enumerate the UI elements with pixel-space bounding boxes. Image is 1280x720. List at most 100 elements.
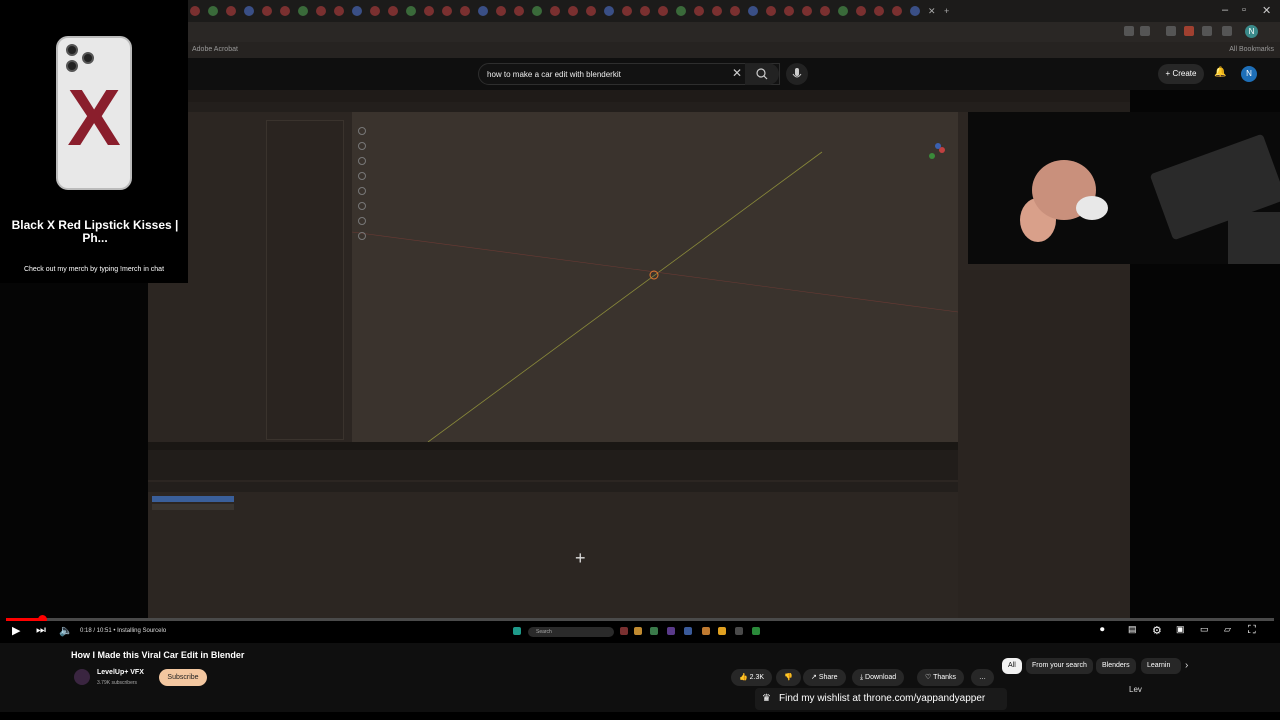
select-tool-icon[interactable] bbox=[358, 127, 366, 135]
list-item[interactable] bbox=[152, 504, 234, 510]
channel-avatar[interactable] bbox=[74, 669, 90, 685]
tab-favicon[interactable] bbox=[568, 6, 578, 16]
extension-icon[interactable] bbox=[1166, 26, 1176, 36]
mic-button[interactable] bbox=[786, 63, 808, 85]
chip-blenders[interactable]: Blenders bbox=[1096, 658, 1136, 674]
all-bookmarks[interactable]: All Bookmarks bbox=[1229, 46, 1274, 53]
move-tool-icon[interactable] bbox=[358, 157, 366, 165]
tab-favicon[interactable] bbox=[712, 6, 722, 16]
star-icon[interactable] bbox=[1140, 26, 1150, 36]
chip-learning[interactable]: Learnin bbox=[1141, 658, 1181, 674]
extension-icon[interactable] bbox=[1184, 26, 1194, 36]
tab-favicon[interactable] bbox=[478, 6, 488, 16]
tab-favicon[interactable] bbox=[406, 6, 416, 16]
tab-favicon[interactable] bbox=[730, 6, 740, 16]
settings-gear-icon[interactable]: ⚙ bbox=[1152, 624, 1162, 637]
close-window-icon[interactable]: ✕ bbox=[1262, 4, 1271, 17]
tab-favicon[interactable] bbox=[424, 6, 434, 16]
account-avatar[interactable]: N bbox=[1241, 66, 1257, 82]
close-icon[interactable]: ✕ bbox=[928, 6, 936, 17]
tab-favicon[interactable] bbox=[604, 6, 614, 16]
miniplayer-icon[interactable]: ▣ bbox=[1176, 624, 1185, 635]
browser-profile-avatar[interactable]: N bbox=[1245, 25, 1258, 38]
tab-favicon[interactable] bbox=[352, 6, 362, 16]
tab-favicon[interactable] bbox=[748, 6, 758, 16]
clear-search-icon[interactable]: ✕ bbox=[732, 66, 742, 80]
theater-mode-icon[interactable]: ▭ bbox=[1200, 624, 1209, 635]
tab-favicon[interactable] bbox=[244, 6, 254, 16]
tab-favicon[interactable] bbox=[280, 6, 290, 16]
tab-favicon[interactable] bbox=[514, 6, 524, 16]
tab-favicon[interactable] bbox=[586, 6, 596, 16]
new-tab-icon[interactable]: + bbox=[944, 6, 952, 16]
scale-tool-icon[interactable] bbox=[358, 187, 366, 195]
sidepanel-icon[interactable] bbox=[1222, 26, 1232, 36]
tab-favicon[interactable] bbox=[640, 6, 650, 16]
thanks-button[interactable]: ♡ Thanks bbox=[917, 669, 965, 686]
tab-favicon[interactable] bbox=[460, 6, 470, 16]
tab-favicon[interactable] bbox=[802, 6, 812, 16]
tab-favicon[interactable] bbox=[766, 6, 776, 16]
tab-favicon[interactable] bbox=[892, 6, 902, 16]
fullscreen-icon[interactable]: ⛶ bbox=[1248, 624, 1256, 637]
tab-favicon[interactable] bbox=[370, 6, 380, 16]
chip-from-your-search[interactable]: From your search bbox=[1026, 658, 1093, 674]
tab-favicon[interactable] bbox=[676, 6, 686, 16]
tab-favicon[interactable] bbox=[388, 6, 398, 16]
dislike-button[interactable]: 👎 bbox=[776, 669, 801, 686]
create-button[interactable]: + Create bbox=[1158, 64, 1204, 84]
share-button[interactable]: ↗ Share bbox=[803, 669, 846, 686]
tab-favicon[interactable] bbox=[550, 6, 560, 16]
extension-icon[interactable] bbox=[1202, 26, 1212, 36]
tab-favicon[interactable] bbox=[784, 6, 794, 16]
transform-tool-icon[interactable] bbox=[358, 202, 366, 210]
tab-favicon[interactable] bbox=[694, 6, 704, 16]
cast-icon[interactable]: ▱ bbox=[1224, 624, 1231, 635]
time-display: 0:18 / 10:51 • Installing Sourcelo bbox=[80, 628, 167, 634]
search-button[interactable] bbox=[745, 63, 779, 85]
tab-favicon[interactable] bbox=[208, 6, 218, 16]
chip-all[interactable]: All bbox=[1002, 658, 1022, 674]
cursor-tool-icon[interactable] bbox=[358, 142, 366, 150]
tab-favicon[interactable] bbox=[442, 6, 452, 16]
tab-favicon[interactable] bbox=[838, 6, 848, 16]
measure-tool-icon[interactable] bbox=[358, 232, 366, 240]
blender-tool-panel bbox=[266, 120, 344, 440]
tab-favicon[interactable] bbox=[334, 6, 344, 16]
channel-name[interactable]: LevelUp+ VFX bbox=[97, 669, 144, 676]
rotate-tool-icon[interactable] bbox=[358, 172, 366, 180]
annotate-tool-icon[interactable] bbox=[358, 217, 366, 225]
tab-favicon[interactable] bbox=[226, 6, 236, 16]
play-icon[interactable]: ▶ bbox=[12, 624, 20, 637]
volume-icon[interactable]: 🔈 bbox=[59, 624, 73, 637]
minimize-icon[interactable]: – bbox=[1222, 4, 1228, 16]
tab-favicon[interactable] bbox=[820, 6, 830, 16]
list-item[interactable] bbox=[152, 496, 234, 502]
tab-favicon[interactable] bbox=[622, 6, 632, 16]
maximize-icon[interactable]: ▫ bbox=[1242, 4, 1246, 16]
chevron-right-icon[interactable]: › bbox=[1185, 660, 1188, 671]
tab-favicon[interactable] bbox=[496, 6, 506, 16]
tab-favicon[interactable] bbox=[910, 6, 920, 16]
tab-favicon[interactable] bbox=[874, 6, 884, 16]
subscribe-button[interactable]: Subscribe bbox=[159, 669, 207, 686]
more-actions-button[interactable]: … bbox=[971, 669, 994, 686]
next-icon[interactable]: ⏭ bbox=[36, 624, 46, 637]
autoplay-toggle-icon[interactable]: ⏺ bbox=[1100, 624, 1105, 635]
tab-favicon[interactable] bbox=[262, 6, 272, 16]
tab-favicon[interactable] bbox=[856, 6, 866, 16]
notifications-bell-icon[interactable]: 🔔 bbox=[1214, 67, 1226, 78]
tab-favicon[interactable] bbox=[532, 6, 542, 16]
taskbar-app-icon bbox=[718, 627, 726, 635]
like-button[interactable]: 👍 2.3K bbox=[731, 669, 773, 686]
share-icon: ↗ bbox=[811, 674, 819, 681]
bookmark-item[interactable]: Adobe Acrobat bbox=[192, 46, 238, 53]
download-button[interactable]: ⤓ Download bbox=[852, 669, 905, 686]
file-browser-sidebar bbox=[150, 494, 236, 614]
tab-favicon[interactable] bbox=[190, 6, 200, 16]
tab-favicon[interactable] bbox=[658, 6, 668, 16]
tab-favicon[interactable] bbox=[316, 6, 326, 16]
cast-icon[interactable] bbox=[1124, 26, 1134, 36]
tab-favicon[interactable] bbox=[298, 6, 308, 16]
captions-icon[interactable]: ▤ bbox=[1128, 624, 1137, 635]
